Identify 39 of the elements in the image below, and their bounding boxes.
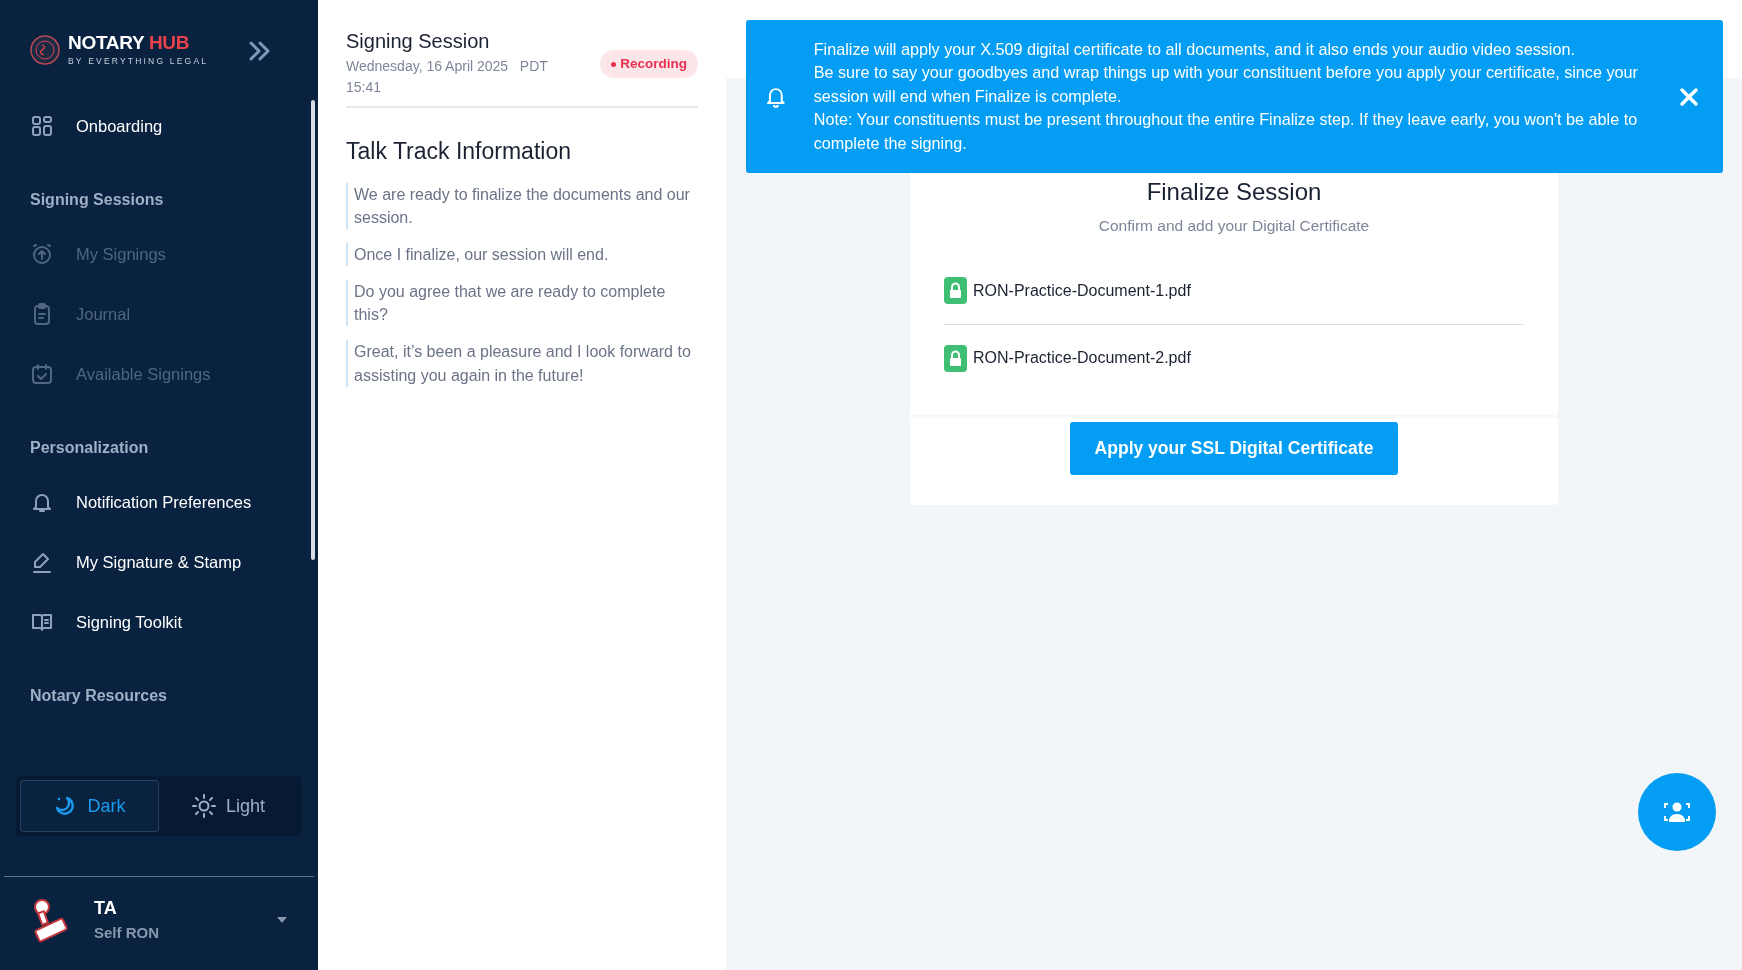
people-icon <box>1662 801 1692 823</box>
section-heading: Signing Sessions <box>30 190 165 210</box>
document-name: RON-Practice-Document-1.pdf <box>973 280 1191 301</box>
session-datetime: Wednesday, 16 April 2025 PDT 15:41 <box>346 57 549 97</box>
notification-text: Be sure to say your goodbyes and wrap things up with your constituent before you apply your certificate, since your session will end when Finalize is complete. <box>813 62 1639 107</box>
talk-track-line: Once I finalize, our session will end. <box>346 242 698 267</box>
pen-icon <box>30 550 54 574</box>
notification-text: Note: Your constituents must be present throughout the entire Finalize step. If they leave early, you won't be able to complete the signing. <box>813 109 1639 154</box>
theme-option-button[interactable]: Dark <box>20 780 159 832</box>
recording-badge: Recording <box>600 50 698 79</box>
notification-text: Finalize will apply your X.509 digital certificate to all documents, and it also ends your audio video session. <box>813 39 1576 60</box>
talk-track-heading: Talk Track Information <box>346 137 572 166</box>
user-role: Self RON <box>94 922 159 943</box>
user-name: TA <box>94 896 118 920</box>
brand-tagline: BY EVERYTHING LEGAL <box>68 54 209 68</box>
alarm-clock-icon <box>30 242 54 266</box>
sidebar-item[interactable]: Notification Preferences <box>30 484 252 520</box>
sidebar-item[interactable]: My Signature & Stamp <box>30 544 242 580</box>
talk-track-line: Do you agree that we are ready to complete this? <box>346 280 698 327</box>
section-heading: Personalization <box>30 438 150 458</box>
sidebar-item[interactable]: Onboarding <box>30 108 163 144</box>
grid-icon <box>30 114 54 138</box>
talk-track-line: Great, it’s been a pleasure and I look forward to assisting you again in the future! <box>346 340 698 387</box>
sun-icon <box>191 794 216 818</box>
section-heading: Notary Resources <box>30 686 168 706</box>
finalize-title: Finalize Session <box>1145 177 1323 207</box>
document-name: RON-Practice-Document-2.pdf <box>973 348 1191 369</box>
calendar-check-icon <box>30 362 54 386</box>
scrollbar[interactable] <box>311 100 315 560</box>
brand-name: NOTARY HUB <box>68 32 191 52</box>
logo-seal-icon <box>30 35 60 65</box>
finalize-subtitle: Confirm and add your Digital Certificate <box>1097 216 1371 236</box>
theme-option-button[interactable]: Light <box>159 780 298 832</box>
session-title: Signing Session <box>346 29 491 54</box>
sidebar-item[interactable]: Signing Toolkit <box>30 604 183 640</box>
lock-file-icon <box>944 344 967 372</box>
bell-icon <box>766 85 786 108</box>
lock-file-icon <box>944 277 967 305</box>
talk-track-line: We are ready to finalize the documents and our session. <box>346 182 698 229</box>
